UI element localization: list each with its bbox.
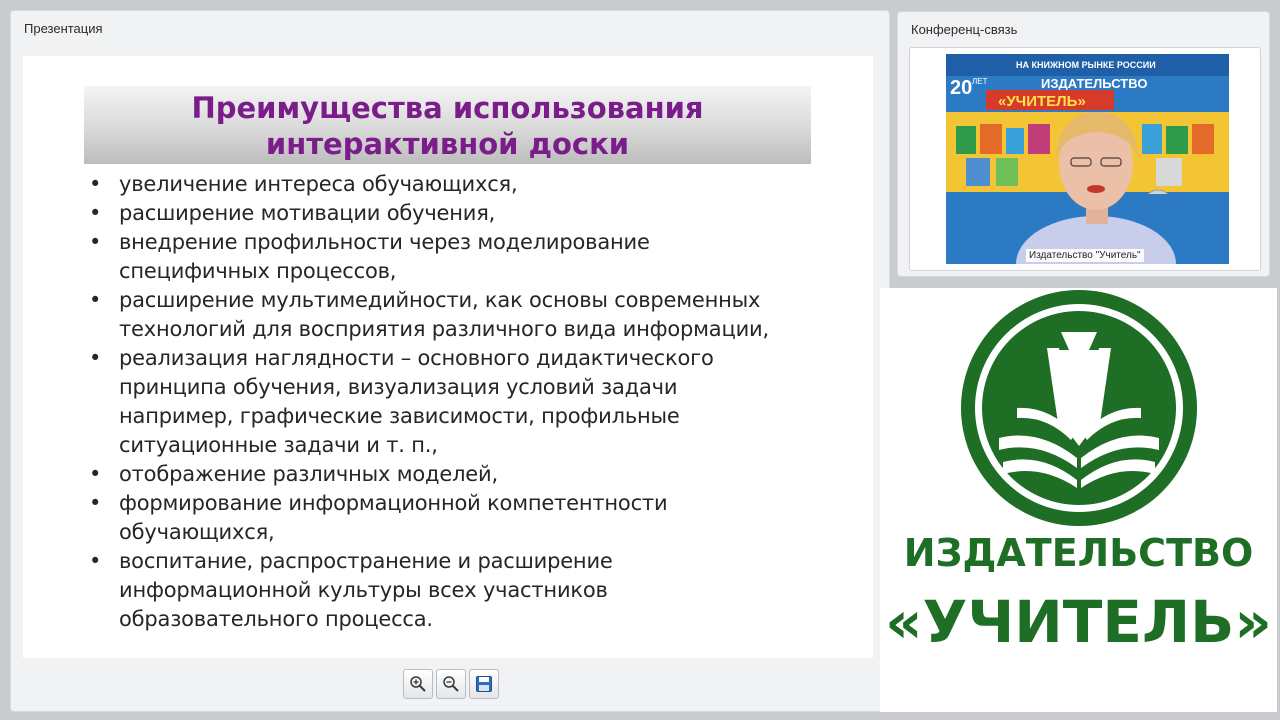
slide-bullet-line: внедрение профильности через моделирован… — [119, 230, 650, 254]
slide-bullet-item: • расширение мультимедийности, как основы… — [89, 286, 849, 344]
slide-bullet-list: • увеличение интереса обучающихся, • расшир… — [89, 170, 849, 634]
slide-bullet-line: образовательного процесса. — [119, 607, 433, 631]
zoom-out-button[interactable] — [436, 669, 466, 699]
slide-bullet-line: формирование информационной компетентнос… — [119, 491, 668, 515]
slide-heading: Преимущества использования интерактивной… — [84, 86, 811, 164]
conference-panel: Конференц-связь НА КНИЖНОМ РЫНКЕ РОССИИ … — [897, 11, 1270, 277]
slide-bullet-item: • реализация наглядности – основного дида… — [89, 344, 849, 460]
logo-text-name: «УЧИТЕЛЬ» — [885, 588, 1272, 656]
slide-bullet-item: • отображение различных моделей, — [89, 460, 849, 489]
slide-bullet-line: принципа обучения, визуализация условий … — [119, 375, 678, 399]
slide-bullet-line: отображение различных моделей, — [119, 462, 498, 486]
zoom-in-icon — [410, 676, 426, 692]
video-caption: Издательство "Учитель" — [1026, 249, 1144, 262]
bullet-dot: • — [89, 462, 102, 486]
banner-top-text: НА КНИЖНОМ РЫНКЕ РОССИИ — [1016, 60, 1156, 70]
bullet-dot: • — [89, 201, 102, 225]
slide-bullet-line: например, графические зависимости, профи… — [119, 404, 680, 428]
publisher-logo-panel: ИЗДАТЕЛЬСТВО «УЧИТЕЛЬ» — [880, 288, 1277, 712]
webcam-video[interactable]: НА КНИЖНОМ РЫНКЕ РОССИИ 20 ЛЕТ ИЗДАТЕЛЬС… — [946, 54, 1229, 264]
slide-bullet-item: • внедрение профильности через моделирова… — [89, 228, 849, 286]
zoom-in-button[interactable] — [403, 669, 433, 699]
slide-bullet-line: специфичных процессов, — [119, 259, 397, 283]
slide-bullet-line: обучающихся, — [119, 520, 275, 544]
bullet-dot: • — [89, 172, 102, 196]
bullet-dot: • — [89, 491, 102, 515]
bullet-dot: • — [89, 549, 102, 573]
bullet-dot: • — [89, 230, 102, 254]
video-frame: НА КНИЖНОМ РЫНКЕ РОССИИ 20 ЛЕТ ИЗДАТЕЛЬС… — [909, 47, 1261, 271]
slide-bullet-item: • увеличение интереса обучающихся, — [89, 170, 849, 199]
slide-bullet-line: воспитание, распространение и расширение — [119, 549, 613, 573]
bullet-dot: • — [89, 346, 102, 370]
logo-text-publisher: ИЗДАТЕЛЬСТВО — [903, 531, 1254, 575]
slide-heading-line: интерактивной доски — [265, 127, 630, 161]
save-icon — [476, 676, 492, 692]
slide-bullet-line: реализация наглядности – основного дидак… — [119, 346, 714, 370]
publisher-logo-icon — [961, 290, 1197, 526]
slide-bullet-line: ситуационные задачи и т. п., — [119, 433, 438, 457]
slide-bullet-line: информационной культуры всех участников — [119, 578, 608, 602]
banner-years-word: ЛЕТ — [972, 77, 988, 86]
presentation-panel-title: Презентация — [24, 21, 103, 36]
slide-bullet-item: • формирование информационной компетентно… — [89, 489, 849, 547]
banner-name: «УЧИТЕЛЬ» — [998, 93, 1086, 110]
bullet-dot: • — [89, 288, 102, 312]
presentation-panel: Презентация Преимущества использования и… — [10, 10, 890, 712]
slide-bullet-item: • расширение мотивации обучения, — [89, 199, 849, 228]
slide: Преимущества использования интерактивной… — [23, 56, 873, 658]
slide-bullet-line: увеличение интереса обучающихся, — [119, 172, 518, 196]
banner-publisher: ИЗДАТЕЛЬСТВО — [1041, 76, 1147, 91]
slide-bullet-line: расширение мультимедийности, как основы … — [119, 288, 761, 312]
save-button[interactable] — [469, 669, 499, 699]
slide-bullet-item: • воспитание, распространение и расширени… — [89, 547, 849, 634]
zoom-out-icon — [443, 676, 459, 692]
video-scene: НА КНИЖНОМ РЫНКЕ РОССИИ 20 ЛЕТ ИЗДАТЕЛЬС… — [946, 54, 1229, 264]
banner-years: 20 — [950, 77, 972, 99]
slide-heading-line: Преимущества использования — [191, 91, 704, 125]
slide-bullet-line: технологий для восприятия различного вид… — [119, 317, 769, 341]
slide-toolbar — [403, 669, 499, 699]
conference-panel-title: Конференц-связь — [911, 22, 1018, 37]
slide-bullet-line: расширение мотивации обучения, — [119, 201, 496, 225]
